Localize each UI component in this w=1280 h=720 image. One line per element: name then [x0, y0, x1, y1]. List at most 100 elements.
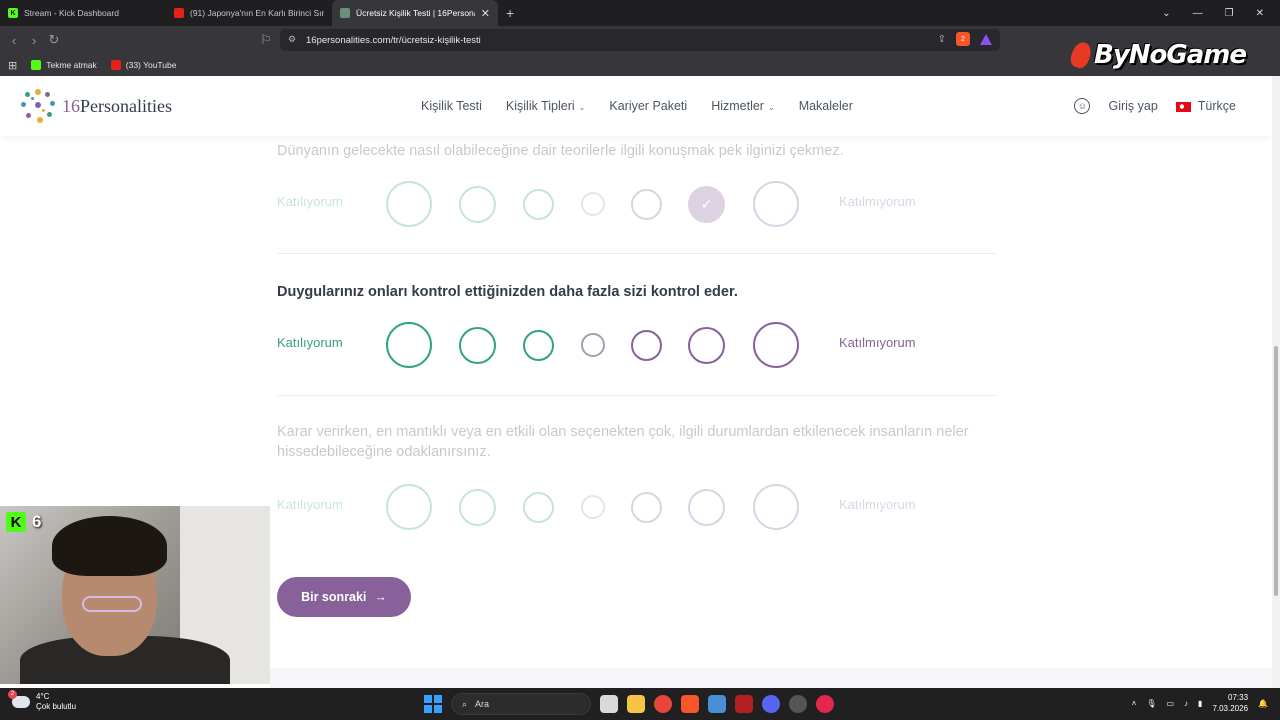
system-tray: ˄ 🎙 ▭ ♪ ▮ 07:33 7.03.2026 🔔	[1132, 692, 1268, 714]
answer-option-5[interactable]	[631, 189, 662, 220]
bookmark-label: Tekme atmak	[46, 60, 97, 70]
steam-icon[interactable]	[789, 695, 807, 713]
answer-option-4[interactable]	[581, 333, 605, 357]
16p-icon	[340, 8, 350, 18]
notifications-icon[interactable]: 🔔	[1258, 699, 1268, 708]
answer-option-4[interactable]	[581, 192, 605, 216]
next-button[interactable]: Bir sonraki →	[277, 577, 411, 617]
answer-option-1[interactable]	[386, 484, 432, 530]
site-logo[interactable]: 16Personalities	[20, 88, 172, 124]
brave-shields-icon[interactable]: 2	[956, 32, 970, 46]
answer-option-2[interactable]	[459, 489, 496, 526]
network-icon[interactable]: ▭	[1166, 699, 1174, 708]
nav-item-kariyer-paketi[interactable]: Kariyer Paketi	[609, 99, 687, 113]
agree-label: Katılıyorum	[277, 194, 343, 209]
answer-option-7[interactable]	[753, 322, 799, 368]
kick-icon	[31, 60, 42, 70]
settings-app-icon[interactable]	[708, 695, 726, 713]
answer-option-1[interactable]	[386, 322, 432, 368]
nav-item-hizmetler[interactable]: Hizmetler ⌄	[711, 99, 775, 113]
browser-tab-bar: K Stream - Kick Dashboard (91) Japonya'n…	[0, 0, 1280, 26]
share-icon[interactable]: ⇪	[938, 34, 946, 45]
answer-scale: Katılıyorum Katılmıyorum	[277, 320, 997, 370]
date: 7.03.2026	[1212, 704, 1249, 713]
brave-rewards-icon[interactable]	[980, 33, 992, 45]
agree-label: Katılıyorum	[277, 497, 343, 512]
search-placeholder: Ara	[475, 699, 490, 709]
tab-kick-dashboard[interactable]: K Stream - Kick Dashboard	[0, 0, 166, 26]
login-link[interactable]: Giriş yap	[1108, 99, 1157, 113]
volume-icon[interactable]: ♪	[1184, 699, 1188, 708]
answer-option-7[interactable]	[753, 484, 799, 530]
answer-option-6[interactable]	[688, 327, 725, 364]
search-icon: ⌕	[462, 698, 468, 709]
nav-item-makaleler[interactable]: Makaleler	[799, 99, 853, 113]
weather-desc: Çok bulutlu	[36, 702, 77, 711]
question-1: Dünyanın gelecekte nasıl olabileceğine d…	[277, 141, 997, 229]
page-scrollbar-thumb[interactable]	[1274, 346, 1278, 596]
question-2: Duygularınız onları kontrol ettiğinizden…	[277, 282, 997, 370]
close-tab-icon[interactable]: ✕	[481, 7, 490, 20]
microphone-icon[interactable]: 🎙	[1146, 699, 1156, 708]
site-info-icon[interactable]: ⚙	[288, 34, 296, 45]
forward-icon[interactable]: ›	[24, 33, 44, 48]
nav-item-kisilik-testi[interactable]: Kişilik Testi	[421, 99, 482, 113]
answer-option-6-selected[interactable]: ✓	[688, 186, 725, 223]
windows-start-icon[interactable]	[424, 695, 442, 713]
brave-icon[interactable]	[681, 695, 699, 713]
logo-number: 16	[62, 95, 80, 116]
agree-label: Katılıyorum	[277, 335, 343, 350]
bookmark-label: (33) YouTube	[125, 60, 177, 70]
question-3: Karar verirken, en mantıklı veya en etki…	[277, 422, 997, 532]
bookmark-kick[interactable]: Tekme atmak	[31, 60, 97, 70]
accessibility-icon[interactable]: ☺	[1074, 98, 1091, 114]
time: 07:33	[1228, 693, 1249, 702]
close-window-icon[interactable]: ✕	[1256, 8, 1264, 19]
answer-option-4[interactable]	[581, 495, 605, 519]
apps-grid-icon[interactable]: ⊞	[8, 59, 17, 72]
obs-icon[interactable]	[735, 695, 753, 713]
weather-widget[interactable]: 4°C Çok bulutlu	[8, 690, 77, 712]
answer-option-5[interactable]	[631, 330, 662, 361]
clock[interactable]: 07:33 7.03.2026	[1212, 692, 1248, 714]
taskbar-search[interactable]: ⌕ Ara	[451, 693, 591, 715]
taskbar-apps: ⌕ Ara	[424, 693, 834, 715]
question-text: Dünyanın gelecekte nasıl olabileceğine d…	[277, 143, 844, 159]
language-selector[interactable]: Türkçe	[1175, 99, 1236, 113]
url-bar[interactable]: ⚙ 16personalities.com/tr/ücretsiz-kişili…	[280, 29, 1000, 51]
new-tab-button[interactable]: +	[506, 5, 514, 21]
tab-title: Stream - Kick Dashboard	[24, 8, 119, 18]
answer-option-3[interactable]	[523, 492, 554, 523]
minimize-icon[interactable]: —	[1193, 8, 1203, 19]
answer-option-2[interactable]	[459, 186, 496, 223]
chrome-icon[interactable]	[654, 695, 672, 713]
file-explorer-icon[interactable]	[627, 695, 645, 713]
battery-icon[interactable]: ▮	[1198, 699, 1202, 708]
youtube-icon	[174, 8, 184, 18]
disagree-label: Katılmıyorum	[839, 194, 916, 209]
answer-option-7[interactable]	[753, 181, 799, 227]
bookmark-page-icon[interactable]: ⚐	[256, 32, 276, 48]
task-view-icon[interactable]	[600, 695, 618, 713]
answer-option-2[interactable]	[459, 327, 496, 364]
tab-search-icon[interactable]: ⌄	[1162, 8, 1170, 19]
bynogame-text: ByNoGame	[1094, 40, 1247, 70]
tab-16personalities[interactable]: Ücretsiz Kişilik Testi | 16Personali ✕	[332, 0, 498, 26]
windows-taskbar: 4°C Çok bulutlu ⌕ Ara ˄ 🎙 ▭ ♪ ▮ 07:33 7.…	[0, 688, 1280, 720]
maximize-icon[interactable]: ❐	[1225, 8, 1234, 19]
answer-option-3[interactable]	[523, 330, 554, 361]
answer-option-3[interactable]	[523, 189, 554, 220]
discord-icon[interactable]	[762, 695, 780, 713]
chevron-up-icon[interactable]: ˄	[1132, 699, 1137, 708]
answer-option-5[interactable]	[631, 492, 662, 523]
viewer-count: 6	[32, 512, 42, 531]
youtube-music-icon[interactable]	[816, 695, 834, 713]
bookmark-youtube[interactable]: (33) YouTube	[110, 60, 177, 70]
answer-option-1[interactable]	[386, 181, 432, 227]
back-icon[interactable]: ‹	[4, 33, 24, 48]
nav-item-kisilik-tipleri[interactable]: Kişilik Tipleri ⌄	[506, 99, 585, 113]
tab-youtube[interactable]: (91) Japonya'nın En Karlı Birinci Sınıf	[166, 0, 332, 26]
reload-icon[interactable]: ↻	[44, 32, 64, 48]
kick-icon: K	[8, 8, 18, 18]
answer-option-6[interactable]	[688, 489, 725, 526]
